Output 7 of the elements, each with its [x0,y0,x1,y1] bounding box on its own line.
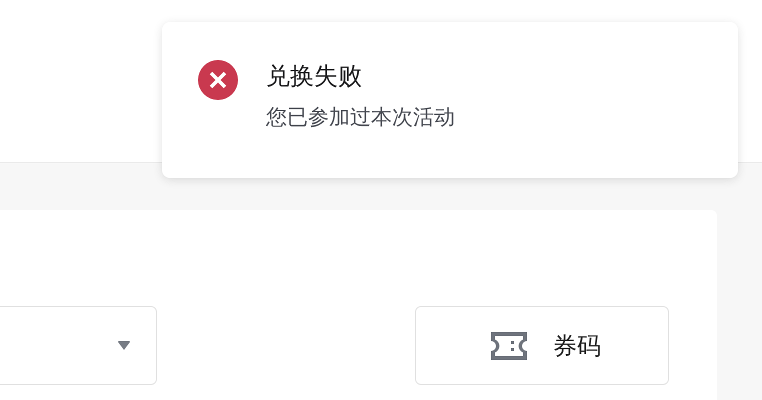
caret-icon [118,341,130,350]
toast-message: 您已参加过本次活动 [266,104,455,131]
select-field[interactable] [0,306,157,385]
coupon-code-button[interactable]: 券码 [415,306,669,385]
error-icon [198,60,238,100]
toast-title: 兑换失败 [266,61,363,92]
ticket-icon [491,332,527,360]
